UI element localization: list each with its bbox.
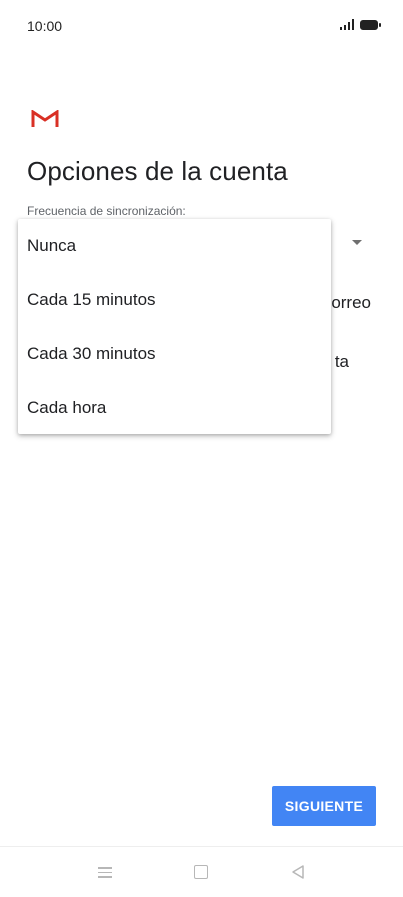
option-30-minutes[interactable]: Cada 30 minutos — [18, 327, 331, 381]
background-option-text: ta — [334, 352, 349, 371]
dropdown-arrow-icon[interactable] — [352, 240, 362, 245]
sync-frequency-label: Frecuencia de sincronización: — [27, 204, 186, 218]
back-icon[interactable] — [289, 864, 307, 880]
option-15-minutes[interactable]: Cada 15 minutos — [18, 273, 331, 327]
status-icons — [340, 19, 381, 30]
option-never[interactable]: Nunca — [18, 219, 331, 273]
status-time: 10:00 — [27, 18, 63, 34]
signal-icon — [340, 19, 354, 30]
page-title: Opciones de la cuenta — [27, 156, 288, 186]
next-button[interactable]: SIGUIENTE — [272, 786, 376, 826]
option-hourly[interactable]: Cada hora — [18, 381, 331, 435]
menu-icon[interactable] — [96, 864, 114, 880]
navigation-bar — [0, 846, 403, 897]
battery-icon — [360, 19, 381, 30]
sync-frequency-dropdown: Nunca Cada 15 minutos Cada 30 minutos Ca… — [18, 219, 331, 434]
home-icon[interactable] — [193, 864, 211, 880]
status-bar: 10:00 — [0, 0, 403, 52]
background-option-text: orreo — [331, 293, 371, 312]
gmail-icon — [31, 110, 59, 127]
